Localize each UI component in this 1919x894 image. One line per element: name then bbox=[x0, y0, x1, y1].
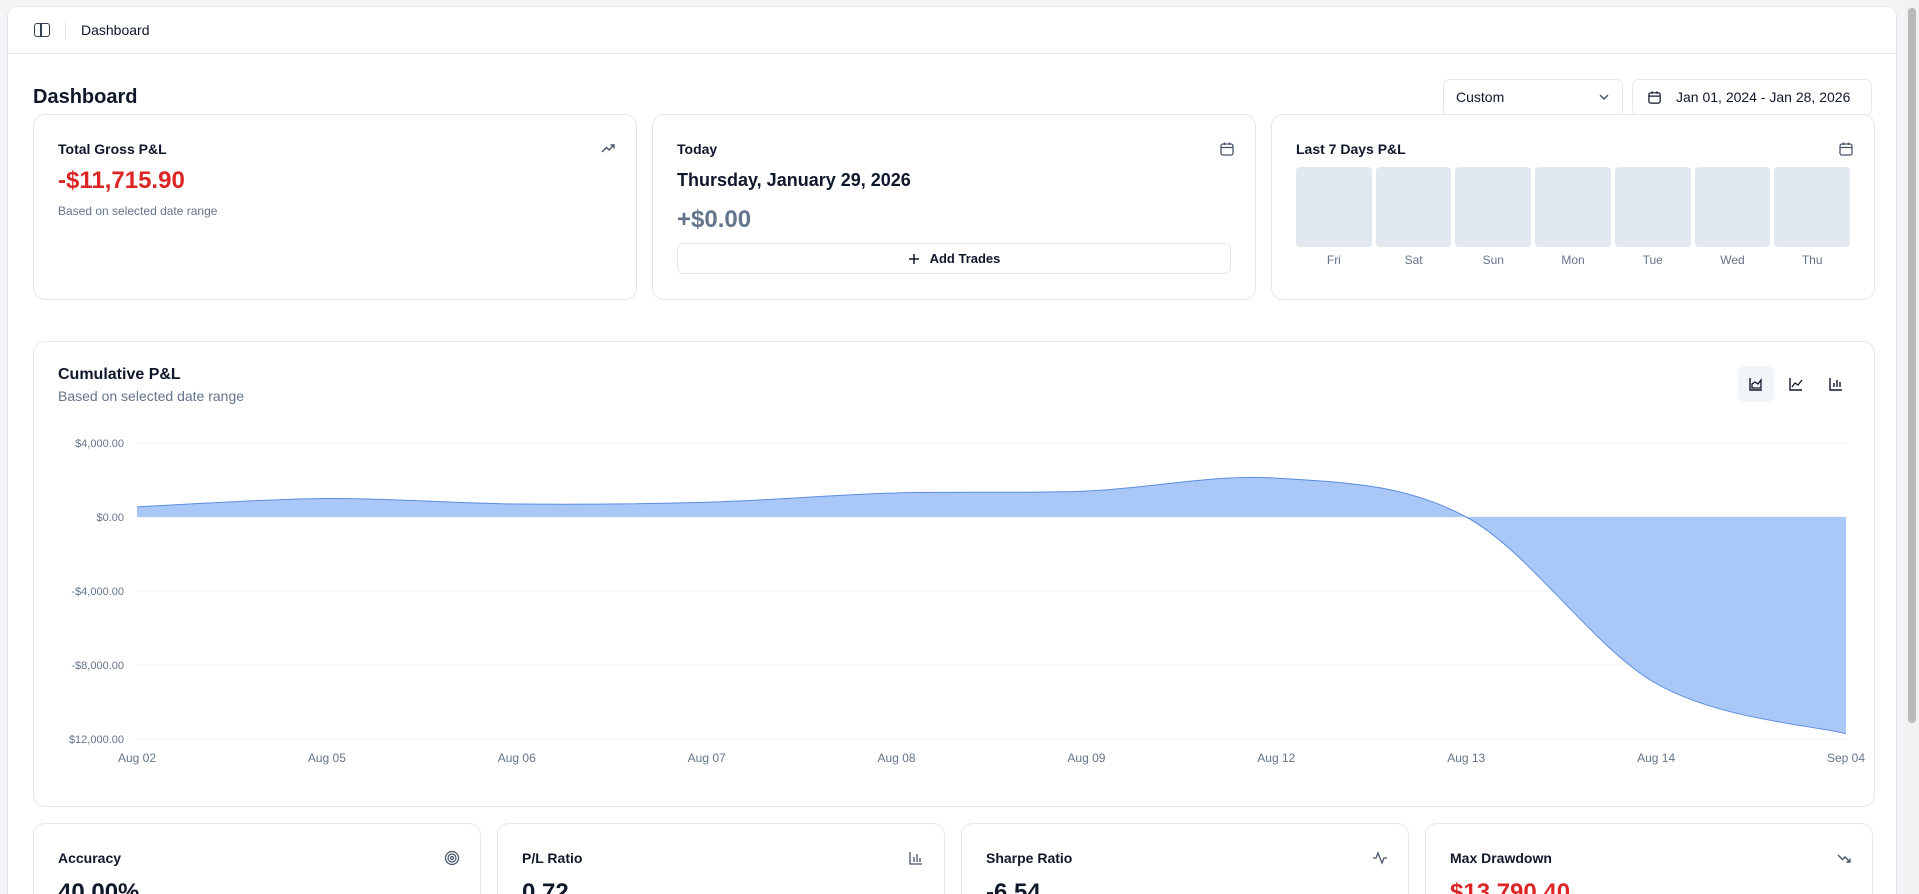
day-box bbox=[1694, 167, 1771, 247]
stat-value: 40.00% bbox=[58, 879, 140, 894]
x-tick-label: Sep 04 bbox=[1827, 751, 1865, 765]
day-box bbox=[1296, 167, 1372, 247]
day-cell[interactable]: Tue bbox=[1614, 167, 1691, 267]
page-title: Dashboard bbox=[33, 85, 138, 108]
sidebar-toggle-icon[interactable] bbox=[34, 23, 50, 37]
day-box bbox=[1614, 167, 1691, 247]
range-select-value: Custom bbox=[1456, 89, 1505, 105]
day-cell[interactable]: Fri bbox=[1296, 167, 1372, 267]
activity-icon bbox=[1373, 851, 1387, 865]
breadcrumb: Dashboard bbox=[81, 22, 150, 38]
date-range-label: Jan 01, 2024 - Jan 28, 2026 bbox=[1676, 89, 1851, 105]
stat-card-accuracy: Accuracy 40.00% bbox=[33, 823, 481, 894]
day-label: Wed bbox=[1720, 253, 1745, 267]
day-cell[interactable]: Mon bbox=[1535, 167, 1611, 267]
stat-title: Sharpe Ratio bbox=[986, 850, 1073, 866]
add-trades-label: Add Trades bbox=[929, 251, 1001, 266]
trending-up-icon bbox=[601, 144, 615, 153]
day-label: Tue bbox=[1642, 253, 1663, 267]
day-label: Thu bbox=[1801, 253, 1823, 267]
calendar-icon bbox=[1839, 142, 1853, 156]
x-tick-label: Aug 12 bbox=[1257, 751, 1295, 765]
day-label: Sun bbox=[1482, 253, 1504, 267]
date-range-button[interactable]: Jan 01, 2024 - Jan 28, 2026 bbox=[1632, 78, 1872, 116]
y-tick-label: $0.00 bbox=[96, 512, 124, 524]
calendar-icon bbox=[1220, 142, 1234, 156]
add-trades-button[interactable]: Add Trades bbox=[677, 243, 1231, 274]
today-date: Thursday, January 29, 2026 bbox=[677, 170, 911, 190]
stat-card-sharpe: Sharpe Ratio -6.54 bbox=[961, 823, 1409, 894]
day-label: Sat bbox=[1404, 253, 1423, 267]
x-tick-label: Aug 08 bbox=[878, 751, 916, 765]
last7-days: Fri Sat Sun Mon Tue Wed Thu bbox=[1296, 167, 1851, 267]
x-tick-label: Aug 07 bbox=[688, 751, 726, 765]
calendar-icon bbox=[1648, 90, 1661, 104]
stat-card-max-drawdown: Max Drawdown $13,790.40 bbox=[1425, 823, 1873, 894]
day-box bbox=[1535, 167, 1611, 247]
scrollbar-thumb[interactable] bbox=[1908, 8, 1916, 723]
day-label: Fri bbox=[1326, 253, 1341, 267]
trending-down-icon bbox=[1837, 854, 1851, 863]
day-cell[interactable]: Sat bbox=[1375, 167, 1452, 267]
y-tick-label: -$8,000.00 bbox=[71, 660, 124, 672]
stat-card-pl-ratio: P/L Ratio 0.72 bbox=[497, 823, 945, 894]
area-fill bbox=[137, 477, 1846, 734]
range-select[interactable]: Custom bbox=[1443, 78, 1623, 116]
y-tick-label: $4,000.00 bbox=[75, 438, 124, 450]
stat-value: 0.72 bbox=[522, 879, 569, 894]
day-cell[interactable]: Sun bbox=[1455, 167, 1532, 267]
total-pnl-title: Total Gross P&L bbox=[58, 141, 167, 157]
day-box bbox=[1375, 167, 1452, 247]
stat-title: Accuracy bbox=[58, 850, 122, 866]
y-tick-label: -$4,000.00 bbox=[71, 586, 124, 598]
header-controls: Custom Jan 01, 2024 - Jan 28, 2026 bbox=[1443, 78, 1872, 116]
day-cell[interactable]: Wed bbox=[1694, 167, 1771, 267]
day-label: Mon bbox=[1561, 253, 1585, 267]
stat-title: Max Drawdown bbox=[1450, 850, 1552, 866]
target-icon bbox=[444, 850, 460, 866]
topbar-divider bbox=[65, 21, 66, 39]
y-tick-label: $12,000.00 bbox=[69, 734, 124, 746]
last7-title: Last 7 Days P&L bbox=[1296, 141, 1406, 157]
today-value: +$0.00 bbox=[677, 206, 752, 233]
day-box bbox=[1455, 167, 1532, 247]
total-pnl-subtitle: Based on selected date range bbox=[58, 204, 218, 218]
top-bar: Dashboard bbox=[8, 7, 1896, 54]
x-tick-label: Aug 14 bbox=[1637, 751, 1675, 765]
day-box bbox=[1774, 167, 1851, 247]
plus-icon bbox=[908, 253, 919, 264]
page-header: Dashboard Custom Jan 01, 2024 - Jan 28, … bbox=[33, 77, 1872, 117]
x-tick-label: Aug 09 bbox=[1067, 751, 1105, 765]
app-window: Dashboard Dashboard Custom Jan 01, 2024 … bbox=[7, 6, 1897, 894]
x-tick-label: Aug 06 bbox=[498, 751, 536, 765]
x-tick-label: Aug 13 bbox=[1447, 751, 1485, 765]
scrollbar-track[interactable] bbox=[1905, 0, 1919, 894]
cumulative-pnl-card: Cumulative P&L Based on selected date ra… bbox=[33, 341, 1875, 807]
total-pnl-value: -$11,715.90 bbox=[58, 167, 185, 194]
chevron-down-icon bbox=[1599, 94, 1609, 100]
total-pnl-card: Total Gross P&L -$11,715.90 Based on sel… bbox=[33, 114, 637, 300]
x-tick-label: Aug 02 bbox=[118, 751, 156, 765]
stat-value: $13,790.40 bbox=[1450, 879, 1571, 894]
stat-title: P/L Ratio bbox=[522, 850, 583, 866]
last7-card: Last 7 Days P&L Fri Sat Sun Mon Tue Wed … bbox=[1271, 114, 1875, 300]
today-title: Today bbox=[677, 141, 718, 157]
day-cell[interactable]: Thu bbox=[1774, 167, 1851, 267]
cumulative-pnl-chart: $4,000.00 $0.00 -$4,000.00 -$8,000.00 $12,00… bbox=[69, 438, 1865, 765]
bar-chart-icon bbox=[909, 852, 922, 865]
today-card: Today Thursday, January 29, 2026 +$0.00 … bbox=[652, 114, 1256, 300]
stat-value: -6.54 bbox=[986, 879, 1041, 894]
x-tick-label: Aug 05 bbox=[308, 751, 346, 765]
